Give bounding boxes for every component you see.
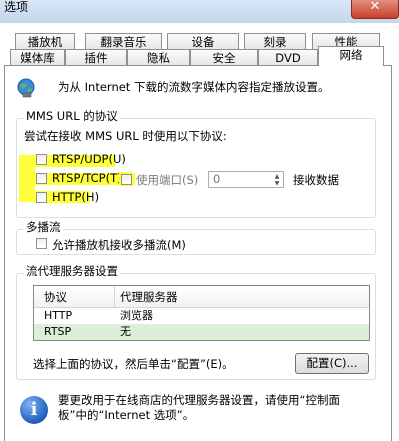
proxy-table[interactable]: 协议 代理服务器 HTTP 浏览器 RTSP 无 bbox=[33, 285, 370, 341]
column-protocol[interactable]: 协议 bbox=[44, 289, 67, 305]
network-globe-icon bbox=[16, 78, 36, 98]
multicast-checkbox[interactable] bbox=[36, 238, 47, 249]
port-suffix: 接收数据 bbox=[293, 173, 339, 187]
mms-instruction: 尝试在接收 MMS URL 时使用以下协议: bbox=[24, 129, 227, 143]
port-value: 0 bbox=[213, 172, 221, 186]
rtsp-tcp-label: RTSP/TCP(T) bbox=[52, 171, 122, 185]
http-label: HTTP(H) bbox=[52, 190, 100, 204]
multicast-group-label: 多播流 bbox=[24, 219, 63, 235]
intro-text: 为从 Internet 下载的流数字媒体内容指定播放设置。 bbox=[58, 80, 330, 94]
row-server: 浏览器 bbox=[120, 309, 153, 322]
info-icon: i bbox=[20, 396, 48, 424]
rtsp-udp-checkbox[interactable] bbox=[36, 154, 47, 165]
mms-group-label: MMS URL 的协议 bbox=[24, 108, 120, 124]
http-checkbox[interactable] bbox=[36, 192, 47, 203]
port-input[interactable]: 0 ▲ ▼ bbox=[208, 171, 284, 188]
table-row[interactable]: HTTP 浏览器 bbox=[34, 308, 369, 324]
row-server: 无 bbox=[120, 325, 131, 338]
multicast-label: 允许播放机接收多播流(M) bbox=[52, 238, 186, 252]
proxy-table-header: 协议 代理服务器 bbox=[34, 286, 369, 308]
proxy-hint: 选择上面的协议，然后单击“配置”(E)。 bbox=[33, 357, 234, 371]
table-row-selected[interactable]: RTSP 无 bbox=[34, 324, 369, 340]
rtsp-udp-label: RTSP/UDP(U) bbox=[52, 152, 126, 166]
highlight-marker bbox=[19, 155, 35, 202]
proxy-group-label: 流代理服务器设置 bbox=[24, 263, 120, 279]
rtsp-tcp-checkbox[interactable] bbox=[36, 173, 47, 184]
row-protocol: RTSP bbox=[44, 325, 72, 338]
configure-button[interactable]: 配置(C)... bbox=[295, 353, 369, 374]
column-proxy-server[interactable]: 代理服务器 bbox=[120, 289, 178, 305]
use-port-label: 使用端口(S) bbox=[136, 173, 199, 187]
column-divider[interactable] bbox=[114, 286, 115, 307]
footer-note-line2: 板”中的“Internet 选项”。 bbox=[58, 408, 195, 422]
use-port-checkbox[interactable] bbox=[121, 174, 132, 185]
row-protocol: HTTP bbox=[44, 309, 73, 322]
port-spinner[interactable]: ▲ ▼ bbox=[272, 173, 282, 187]
footer-note-line1: 要更改用于在线商店的代理服务器设置，请使用“控制面 bbox=[58, 393, 340, 407]
